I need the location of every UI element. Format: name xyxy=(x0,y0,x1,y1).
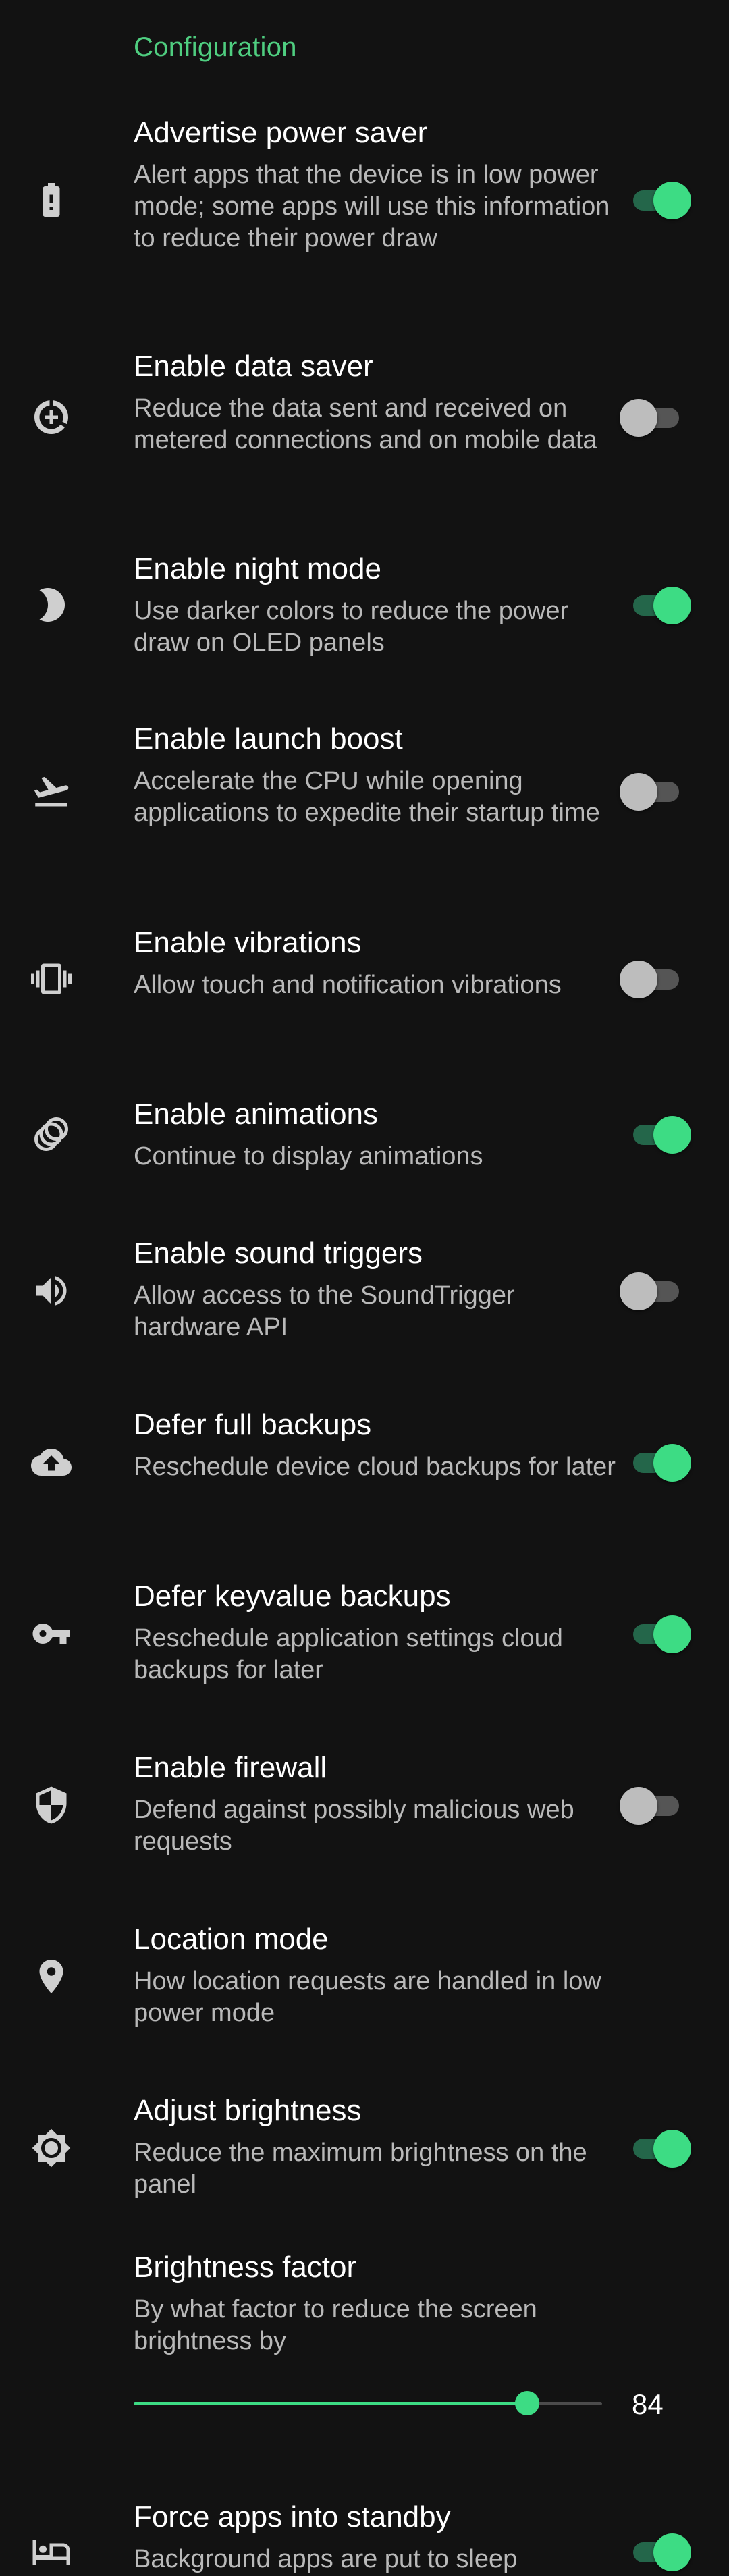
toggle-advertise-power-saver[interactable] xyxy=(614,176,695,224)
pref-summary: Use darker colors to reduce the power dr… xyxy=(134,597,569,657)
data-saver-icon xyxy=(27,393,76,441)
toggle-thumb xyxy=(653,1116,691,1154)
pref-summary: Defend against possibly malicious web re… xyxy=(134,1796,574,1856)
toggle-force-apps-into-standby[interactable] xyxy=(614,2527,695,2576)
section-header-configuration: Configuration xyxy=(134,32,297,62)
battery-alert-icon xyxy=(27,176,76,224)
speaker-icon xyxy=(27,1266,76,1315)
pref-summary: How location requests are handled in low… xyxy=(134,1967,601,2027)
toggle-enable-vibrations[interactable] xyxy=(614,955,695,1003)
toggle-defer-full-backups[interactable] xyxy=(614,1438,695,1486)
brightness-icon xyxy=(27,2124,76,2172)
animation-icon xyxy=(27,1110,76,1158)
pref-title: Defer keyvalue backups xyxy=(134,1580,451,1613)
toggle-enable-night-mode[interactable] xyxy=(614,581,695,629)
key-icon xyxy=(27,1609,76,1658)
pref-title: Enable night mode xyxy=(134,552,381,585)
vibration-icon xyxy=(27,955,76,1003)
location-pin-icon xyxy=(27,1952,76,2001)
pref-title: Enable firewall xyxy=(134,1751,327,1784)
slider-value: 84 xyxy=(632,2388,664,2420)
toggle-enable-data-saver[interactable] xyxy=(614,393,695,441)
moon-icon xyxy=(27,581,76,629)
toggle-enable-sound-triggers[interactable] xyxy=(614,1266,695,1315)
pref-title: Force apps into standby xyxy=(134,2500,451,2533)
pref-summary: Accelerate the CPU while opening applica… xyxy=(134,767,600,827)
pref-title: Defer full backups xyxy=(134,1408,372,1441)
toggle-thumb xyxy=(620,1787,657,1825)
pref-summary: Reschedule application settings cloud ba… xyxy=(134,1624,563,1684)
pref-title: Adjust brightness xyxy=(134,2094,362,2127)
cloud-upload-icon xyxy=(27,1438,76,1486)
toggle-thumb xyxy=(620,1272,657,1310)
toggle-thumb xyxy=(653,182,691,219)
toggle-enable-firewall[interactable] xyxy=(614,1781,695,1829)
toggle-thumb xyxy=(653,587,691,624)
pref-summary: Reschedule device cloud backups for late… xyxy=(134,1453,616,1481)
toggle-thumb xyxy=(653,1444,691,1482)
pref-title: Brightness factor xyxy=(134,2251,357,2284)
pref-summary: Continue to display animations xyxy=(134,1142,483,1171)
airplane-takeoff-icon xyxy=(27,767,76,815)
brightness-factor-slider[interactable] xyxy=(134,2391,602,2415)
pref-title: Enable sound triggers xyxy=(134,1237,423,1270)
pref-title: Enable data saver xyxy=(134,350,373,383)
toggle-thumb xyxy=(620,773,657,811)
pref-summary: Reduce the maximum brightness on the pan… xyxy=(134,2139,587,2199)
pref-title: Location mode xyxy=(134,1923,329,1956)
toggle-thumb xyxy=(653,2533,691,2571)
pref-title: Enable vibrations xyxy=(134,926,362,959)
pref-summary: Allow touch and notification vibrations xyxy=(134,971,562,999)
shield-icon xyxy=(27,1781,76,1829)
pref-title: Advertise power saver xyxy=(134,116,428,149)
toggle-defer-keyvalue-backups[interactable] xyxy=(614,1609,695,1658)
pref-summary: Reduce the data sent and received on met… xyxy=(134,394,597,454)
toggle-enable-animations[interactable] xyxy=(614,1110,695,1158)
toggle-thumb xyxy=(653,2130,691,2168)
pref-summary: Allow access to the SoundTrigger hardwar… xyxy=(134,1281,515,1341)
pref-title: Enable launch boost xyxy=(134,722,403,755)
toggle-thumb xyxy=(620,961,657,998)
pref-title: Enable animations xyxy=(134,1098,379,1131)
standby-icon xyxy=(27,2527,76,2576)
toggle-thumb xyxy=(620,399,657,437)
toggle-adjust-brightness[interactable] xyxy=(614,2124,695,2172)
pref-summary: Alert apps that the device is in low pow… xyxy=(134,161,610,252)
pref-summary: By what factor to reduce the screen brig… xyxy=(134,2295,537,2355)
slider-thumb[interactable] xyxy=(514,2391,539,2415)
slider-fill xyxy=(134,2402,527,2405)
toggle-enable-launch-boost[interactable] xyxy=(614,767,695,815)
toggle-thumb xyxy=(653,1615,691,1653)
